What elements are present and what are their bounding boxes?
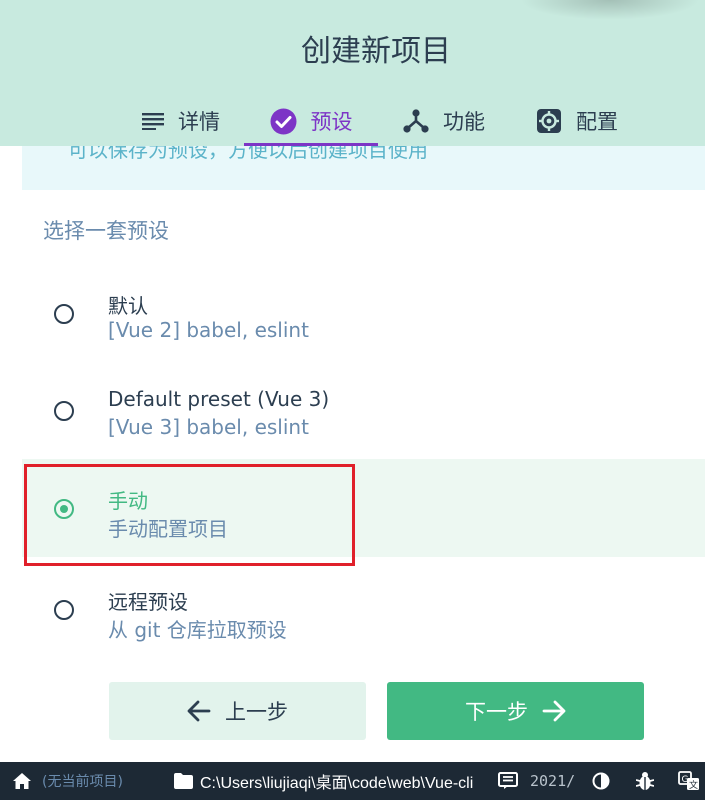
arrow-right-icon (542, 700, 566, 722)
tab-details[interactable]: 详情 (126, 96, 236, 146)
radio-dot (60, 505, 68, 513)
header: 创建新项目 详情 预设 功能 配置 (0, 0, 705, 146)
current-path[interactable]: C:\Users\liujiaqi\桌面\code\web\Vue-cli (200, 762, 473, 800)
tab-details-label: 详情 (178, 110, 220, 134)
tab-config[interactable]: 配置 (524, 96, 630, 146)
preset-description: 手动配置项目 (108, 517, 228, 541)
previous-button-label: 上一步 (225, 700, 288, 724)
preset-description: 从 git 仓库拉取预设 (108, 618, 287, 642)
dark-mode-icon[interactable] (592, 762, 610, 800)
list-icon (142, 112, 164, 130)
translate-icon[interactable]: G文 (678, 762, 700, 800)
page-title: 创建新项目 (301, 34, 451, 69)
preset-option-manual[interactable]: 手动 手动配置项目 (22, 459, 705, 557)
preset-name: 手动 (108, 489, 148, 513)
gear-icon (536, 108, 562, 134)
svg-text:文: 文 (689, 779, 698, 791)
next-button-label: 下一步 (465, 700, 528, 724)
header-shadow (520, 0, 700, 20)
preset-description: [Vue 3] babel, eslint (108, 415, 309, 439)
radio-button[interactable] (54, 401, 74, 421)
tab-presets-label: 预设 (310, 110, 353, 134)
preset-option-vue3[interactable]: Default preset (Vue 3) [Vue 3] babel, es… (22, 361, 705, 459)
preset-option-default[interactable]: 默认 [Vue 2] babel, eslint (22, 264, 705, 362)
preset-name: Default preset (Vue 3) (108, 387, 330, 411)
home-icon[interactable] (12, 762, 32, 800)
radio-button[interactable] (54, 600, 74, 620)
bug-report-icon[interactable] (636, 762, 654, 800)
info-strip: 可以保存为预设，方便以后创建项目使用 (22, 146, 705, 190)
tab-config-label: 配置 (576, 110, 618, 134)
status-bar: (无当前项目) C:\Users\liujiaqi\桌面\code\web\Vu… (0, 762, 705, 800)
radio-button-selected[interactable] (54, 499, 74, 519)
tab-bar: 详情 预设 功能 配置 (0, 96, 705, 146)
current-project-status[interactable]: (无当前项目) (42, 762, 123, 800)
check-circle-icon (270, 108, 297, 135)
arrow-left-icon (187, 700, 211, 722)
section-label: 选择一套预设 (43, 219, 169, 243)
tab-features[interactable]: 功能 (392, 96, 496, 146)
previous-button[interactable]: 上一步 (109, 682, 366, 740)
preset-description: [Vue 2] babel, eslint (108, 318, 309, 342)
fork-icon (403, 108, 429, 134)
preset-name: 默认 (108, 294, 148, 318)
folder-icon (174, 762, 193, 800)
preset-name: 远程预设 (108, 590, 188, 614)
console-log-icon[interactable] (498, 762, 518, 800)
info-strip-text: 可以保存为预设，方便以后创建项目使用 (68, 146, 428, 162)
log-timestamp: 2021/ (530, 772, 576, 790)
tab-features-label: 功能 (443, 110, 485, 134)
next-button[interactable]: 下一步 (387, 682, 644, 740)
radio-button[interactable] (54, 304, 74, 324)
tab-presets[interactable]: 预设 (244, 96, 378, 146)
preset-option-remote[interactable]: 远程预设 从 git 仓库拉取预设 (22, 560, 705, 658)
